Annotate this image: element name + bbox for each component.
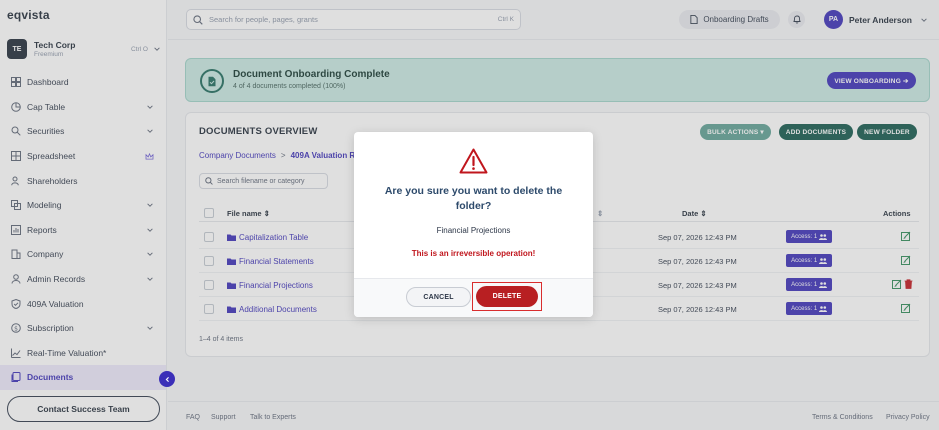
chevron-left-icon — [165, 376, 169, 382]
dialog-warning: This is an irreversible operation! — [411, 249, 536, 258]
cancel-button[interactable]: CANCEL — [406, 287, 471, 307]
delete-button-highlight: DELETE — [472, 282, 542, 311]
delete-button[interactable]: DELETE — [476, 286, 538, 307]
dialog-footer: CANCEL DELETE — [354, 278, 593, 317]
collapse-sidebar-button[interactable] — [159, 371, 175, 387]
delete-folder-dialog: Are you sure you want to delete the fold… — [354, 132, 593, 317]
dialog-question: Are you sure you want to delete the fold… — [384, 185, 563, 212]
warning-icon — [459, 148, 488, 174]
dialog-item-name: Financial Projections — [436, 226, 511, 235]
